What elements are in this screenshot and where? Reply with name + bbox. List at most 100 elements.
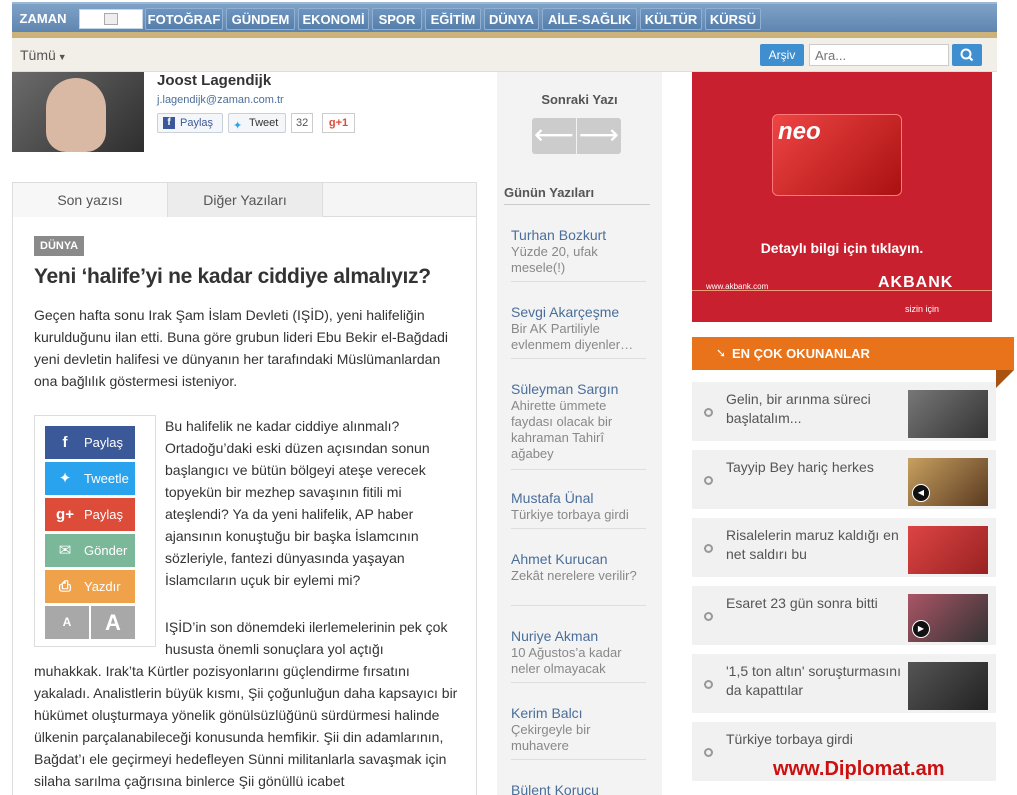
share-gplus-button[interactable]: g+ Paylaş xyxy=(45,498,135,531)
most-read-thumbnail[interactable]: ▶ xyxy=(908,594,988,642)
circle-bullet-icon xyxy=(704,544,713,553)
gplus-label: +1 xyxy=(335,117,349,129)
nav-item-dunya[interactable]: DÜNYA xyxy=(484,8,539,30)
most-read-thumbnail[interactable] xyxy=(908,526,988,574)
print-button[interactable]: ⎙ Yazdır xyxy=(45,570,135,603)
arrow-right-icon: ⟶ xyxy=(578,119,620,150)
article-headline: Yeni ‘halife’yi ne kadar ciddiye almalıy… xyxy=(34,265,431,288)
nav-item-spor[interactable]: SPOR xyxy=(372,8,422,30)
column-author[interactable]: Bülent Korucu xyxy=(511,781,646,795)
share-mail-label: Gönder xyxy=(84,543,128,558)
google-plus-one-button[interactable]: g+1 xyxy=(322,113,355,133)
facebook-share-button[interactable]: f Paylaş xyxy=(157,113,223,133)
most-read-item[interactable]: Gelin, bir arınma süreci başlatalım... xyxy=(692,382,996,442)
filter-dropdown[interactable]: Tümü ▼ xyxy=(20,47,67,63)
column-title[interactable]: Çekirgeyle bir muhavere xyxy=(511,722,646,754)
most-read-title-text[interactable]: '1,5 ton altın' soruşturmasını da kapatt… xyxy=(726,662,906,700)
column-item[interactable]: Sevgi Akarçeşme Bir AK Partiliyle evlenm… xyxy=(511,303,646,359)
most-read-item[interactable]: '1,5 ton altın' soruşturmasını da kapatt… xyxy=(692,654,996,714)
header-fold-decoration xyxy=(996,370,1014,388)
nav-item-gundem[interactable]: GÜNDEM xyxy=(226,8,295,30)
column-author[interactable]: Süleyman Sargın xyxy=(511,380,646,398)
nav-brand[interactable]: ZAMAN xyxy=(16,8,70,30)
most-read-title-text[interactable]: Tayyip Bey hariç herkes xyxy=(726,458,906,477)
tab-diger-yazilari[interactable]: Diğer Yazıları xyxy=(168,183,323,217)
column-author[interactable]: Turhan Bozkurt xyxy=(511,226,646,244)
akbank-ad-banner[interactable]: neo Detaylı bilgi için tıklayın. www.akb… xyxy=(692,72,992,322)
broken-image-icon xyxy=(104,13,118,25)
column-title[interactable]: Türkiye torbaya girdi xyxy=(511,507,646,523)
share-twitter-label: Tweetle xyxy=(84,471,129,486)
most-read-title-text[interactable]: Risalelerin maruz kaldığı en net saldırı… xyxy=(726,526,906,564)
column-author[interactable]: Kerim Balcı xyxy=(511,704,646,722)
logo-placeholder[interactable] xyxy=(79,9,143,29)
video-play-icon: ▶ xyxy=(912,620,930,638)
font-increase-button[interactable]: A xyxy=(91,606,135,639)
share-facebook-button[interactable]: f Paylaş xyxy=(45,426,135,459)
column-item[interactable]: Ahmet Kurucan Zekât nerelere verilir? xyxy=(511,550,646,606)
most-read-item[interactable]: Esaret 23 gün sonra bitti ▶ xyxy=(692,586,996,646)
most-read-item[interactable]: Tayyip Bey hariç herkes ◀ xyxy=(692,450,996,510)
column-item[interactable]: Süleyman Sargın Ahirette ümmete faydası … xyxy=(511,380,646,470)
gplus-icon: g xyxy=(328,117,336,129)
column-title[interactable]: Ahirette ümmete faydası olacak bir kahra… xyxy=(511,398,646,462)
card-brand-text: neo xyxy=(778,118,821,145)
article-container: Son yazısı Diğer Yazıları DÜNYA Yeni ‘ha… xyxy=(12,182,477,795)
author-photo xyxy=(12,72,144,152)
column-author[interactable]: Mustafa Ünal xyxy=(511,489,646,507)
gplus-icon: g+ xyxy=(56,506,74,523)
column-title[interactable]: Bir AK Partiliyle evlenmem diyenler… xyxy=(511,321,646,353)
column-title[interactable]: Yüzde 20, ufak mesele(!) xyxy=(511,244,646,276)
column-author[interactable]: Ahmet Kurucan xyxy=(511,550,646,568)
nav-item-kultur[interactable]: KÜLTÜR xyxy=(640,8,702,30)
ad-url: www.akbank.com xyxy=(706,282,769,291)
most-read-title-text[interactable]: Gelin, bir arınma süreci başlatalım... xyxy=(726,390,906,428)
most-read-item[interactable]: Risalelerin maruz kaldığı en net saldırı… xyxy=(692,518,996,578)
archive-button[interactable]: Arşiv xyxy=(760,44,804,66)
tab-son-yazisi[interactable]: Son yazısı xyxy=(13,183,168,217)
author-email[interactable]: j.lagendijk@zaman.com.tr xyxy=(157,94,284,106)
ad-brand-logo: AKBANK xyxy=(878,274,954,291)
column-title[interactable]: 10 Ağustos’a kadar neler olmayacak xyxy=(511,645,646,677)
daily-articles-title: Günün Yazıları xyxy=(504,185,650,205)
most-read-thumbnail[interactable] xyxy=(908,390,988,438)
column-item[interactable]: Turhan Bozkurt Yüzde 20, ufak mesele(!) xyxy=(511,226,646,282)
category-badge[interactable]: DÜNYA xyxy=(34,236,85,256)
top-navigation: ZAMAN FOTOĞRAF GÜNDEM EKONOMİ SPOR EĞİTİ… xyxy=(12,2,997,32)
author-name[interactable]: Joost Lagendijk xyxy=(157,72,271,89)
prev-arrow-button[interactable]: ⟵ xyxy=(532,118,576,154)
share-twitter-button[interactable]: ✦ Tweetle xyxy=(45,462,135,495)
twitter-bird-icon: ✦ xyxy=(58,470,72,487)
column-item[interactable]: Nuriye Akman 10 Ağustos’a kadar neler ol… xyxy=(511,627,646,683)
column-title[interactable]: Zekât nerelere verilir? xyxy=(511,568,646,584)
next-arrow-button[interactable]: ⟶ xyxy=(577,118,621,154)
most-read-title: EN ÇOK OKUNANLAR xyxy=(732,346,870,361)
nav-item-ekonomi[interactable]: EKONOMİ xyxy=(298,8,369,30)
column-item[interactable]: Mustafa Ünal Türkiye torbaya girdi xyxy=(511,489,646,529)
filter-label: Tümü xyxy=(20,47,56,63)
share-gplus-label: Paylaş xyxy=(84,507,124,522)
share-mail-button[interactable]: ✉ Gönder xyxy=(45,534,135,567)
article-paragraph: muhakkak. Irak’ta Kürtler pozisyonlarını… xyxy=(34,663,458,789)
column-author[interactable]: Nuriye Akman xyxy=(511,627,646,645)
most-read-title-text[interactable]: Türkiye torbaya girdi xyxy=(726,730,906,749)
daily-columns-panel: Sonraki Yazı ⟵ ⟶ Günün Yazıları Turhan B… xyxy=(497,72,662,795)
nav-item-egitim[interactable]: EĞİTİM xyxy=(425,8,481,30)
article-tabs: Son yazısı Diğer Yazıları xyxy=(13,183,476,217)
most-read-thumbnail[interactable] xyxy=(908,662,988,710)
facebook-icon: f xyxy=(62,434,68,451)
font-decrease-button[interactable]: A xyxy=(45,606,89,639)
tweet-button[interactable]: ✦ Tweet xyxy=(228,113,286,133)
nav-item-aile-saglik[interactable]: AİLE-SAĞLIK xyxy=(542,8,637,30)
circle-bullet-icon xyxy=(704,748,713,757)
nav-item-kursu[interactable]: KÜRSÜ xyxy=(705,8,761,30)
search-button[interactable] xyxy=(952,44,982,66)
most-read-thumbnail[interactable]: ◀ xyxy=(908,458,988,506)
column-item[interactable]: Kerim Balcı Çekirgeyle bir muhavere xyxy=(511,704,646,760)
next-article-title: Sonraki Yazı xyxy=(541,92,618,107)
column-author[interactable]: Sevgi Akarçeşme xyxy=(511,303,646,321)
search-input[interactable] xyxy=(809,44,949,66)
nav-item-fotograf[interactable]: FOTOĞRAF xyxy=(145,8,223,30)
most-read-title-text[interactable]: Esaret 23 gün sonra bitti xyxy=(726,594,906,613)
column-item[interactable]: Bülent Korucu xyxy=(511,781,646,795)
